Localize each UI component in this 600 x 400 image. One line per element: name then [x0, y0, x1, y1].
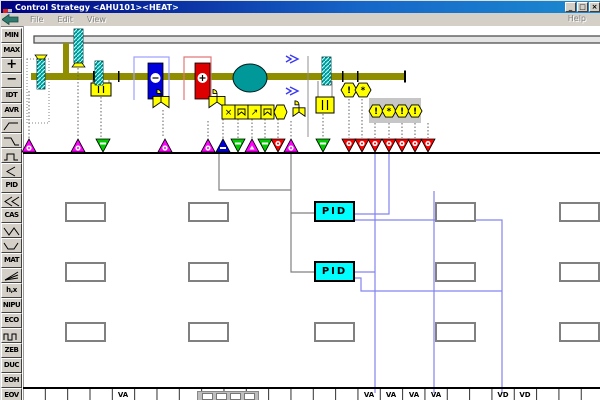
function-block-slot[interactable] — [188, 202, 229, 222]
function-block-slot[interactable] — [65, 202, 106, 222]
svg-text:↗: ↗ — [251, 108, 259, 118]
io-mini-cell[interactable] — [202, 393, 213, 400]
supply-duct — [34, 36, 600, 43]
pid-controller-block[interactable]: PID — [314, 201, 355, 222]
temperature-sensor[interactable] — [95, 61, 103, 85]
io-channel-label: VD — [497, 391, 508, 399]
function-block-slot[interactable] — [435, 322, 476, 342]
svg-text:!: ! — [400, 107, 404, 117]
function-block-slot[interactable] — [314, 322, 355, 342]
io-mini-cell[interactable] — [230, 393, 241, 400]
io-channel-label: VA — [118, 391, 128, 399]
sequence-block[interactable]: ↗ — [248, 105, 261, 119]
sequence-block[interactable] — [235, 105, 248, 119]
main-duct — [31, 73, 404, 80]
sensor-hex-block[interactable]: ! — [408, 105, 422, 117]
heating-coil[interactable] — [195, 63, 210, 99]
sensor-hex-block[interactable]: * — [355, 83, 371, 97]
function-block-slot[interactable] — [559, 202, 600, 222]
io-mini-panel[interactable] — [197, 391, 259, 400]
io-channel-label: VA — [386, 391, 396, 399]
supply-fan[interactable] — [233, 64, 267, 92]
function-block-slot[interactable] — [435, 262, 476, 282]
damper-actuator[interactable] — [316, 97, 334, 113]
io-channel-label: VA — [409, 391, 419, 399]
svg-text:*: * — [361, 86, 366, 96]
sensor-hex-block[interactable]: * — [382, 105, 396, 117]
sensor-hex-block[interactable]: ! — [369, 105, 383, 117]
function-block-slot[interactable] — [188, 262, 229, 282]
sensor-hex-block[interactable]: ! — [395, 105, 409, 117]
svg-text:!: ! — [347, 86, 351, 96]
function-block-slot[interactable] — [188, 322, 229, 342]
sequence-block[interactable] — [261, 105, 274, 119]
temperature-sensor[interactable] — [72, 29, 85, 67]
svg-text:!: ! — [374, 107, 378, 117]
io-channel-label: VD — [519, 391, 530, 399]
function-block-slot[interactable] — [65, 262, 106, 282]
pid-controller-block[interactable]: PID — [314, 261, 355, 282]
function-block-slot[interactable] — [65, 322, 106, 342]
svg-text:*: * — [387, 107, 392, 117]
io-channel-label: VA — [431, 391, 441, 399]
temperature-sensor[interactable] — [322, 57, 331, 85]
temperature-sensor[interactable] — [35, 55, 47, 89]
control-strategy-window: Control Strategy <AHU101><HEAT> _ □ × Fi… — [0, 0, 600, 400]
sequence-block[interactable] — [274, 105, 287, 119]
io-mini-cell[interactable] — [216, 393, 227, 400]
svg-text:!: ! — [413, 107, 417, 117]
io-channel-label: VA — [364, 391, 374, 399]
io-mini-cell[interactable] — [244, 393, 255, 400]
svg-text:×: × — [225, 108, 233, 118]
sequence-block[interactable]: × — [222, 105, 235, 119]
function-block-slot[interactable] — [559, 262, 600, 282]
function-block-slot[interactable] — [559, 322, 600, 342]
function-block-slot[interactable] — [435, 202, 476, 222]
